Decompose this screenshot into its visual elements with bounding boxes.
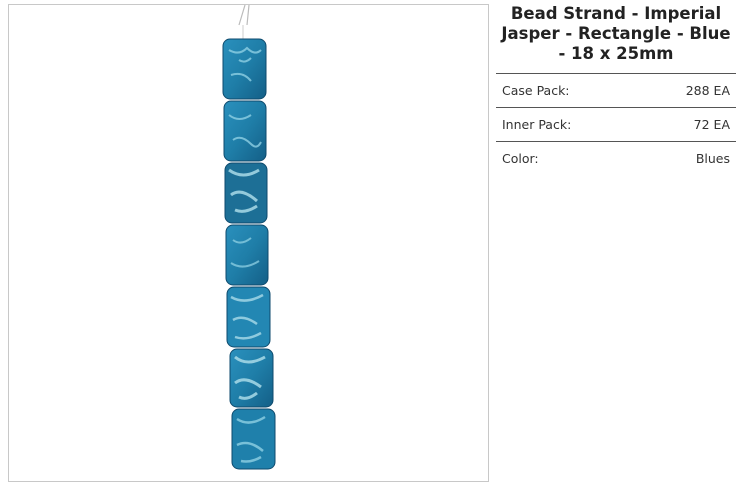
- product-info-panel: Bead Strand - Imperial Jasper - Rectangl…: [496, 4, 736, 175]
- spec-value: 72 EA: [693, 117, 730, 132]
- bead-5: [226, 286, 271, 348]
- bead-7: [231, 408, 276, 470]
- bead-4: [225, 224, 269, 286]
- bead-6: [229, 348, 274, 408]
- bead-3: [224, 162, 268, 224]
- product-image: [222, 5, 276, 470]
- spec-label: Color:: [502, 151, 539, 166]
- spec-value: Blues: [695, 151, 730, 166]
- bead-2: [223, 100, 267, 162]
- bead-string: [238, 5, 250, 26]
- product-image-panel: [8, 4, 489, 482]
- spec-value: 288 EA: [685, 83, 730, 98]
- spec-row-inner-pack: Inner Pack: 72 EA: [496, 107, 736, 141]
- spec-row-color: Color: Blues: [496, 141, 736, 175]
- bead-1: [222, 38, 267, 100]
- spec-row-case-pack: Case Pack: 288 EA: [496, 73, 736, 107]
- spec-label: Inner Pack:: [502, 117, 572, 132]
- spec-label: Case Pack:: [502, 83, 570, 98]
- product-title: Bead Strand - Imperial Jasper - Rectangl…: [501, 4, 731, 63]
